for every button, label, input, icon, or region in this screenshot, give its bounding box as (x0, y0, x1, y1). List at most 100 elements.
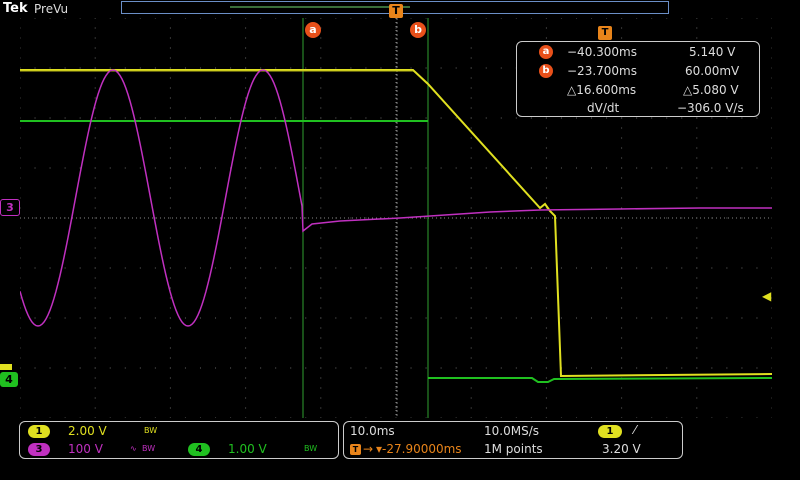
grid-dot (621, 267, 623, 269)
grid-dot (711, 317, 713, 319)
grid-dot (485, 417, 487, 418)
readout-a-value: 5.140 V (689, 45, 736, 59)
grid-dot (245, 167, 247, 169)
grid-dot (485, 317, 487, 319)
grid-dot (365, 217, 367, 219)
grid-dot (335, 117, 337, 119)
grid-dot (305, 367, 307, 369)
grid-dot (245, 37, 247, 39)
readout-delta-value: △5.080 V (683, 83, 739, 97)
grid-dot (545, 167, 547, 169)
grid-dot (545, 237, 547, 239)
ch3-ground-marker[interactable]: 3 (0, 199, 20, 216)
grid-dot (199, 117, 201, 119)
grid-dot (621, 417, 623, 418)
grid-dot (290, 167, 292, 169)
grid-dot (606, 167, 608, 169)
grid-dot (20, 337, 21, 339)
grid-dot (545, 127, 547, 129)
grid-dot (64, 67, 66, 69)
ch1-scale[interactable]: 2.00 V (68, 424, 107, 438)
grid-dot (169, 257, 171, 259)
grid-dot (64, 367, 66, 369)
grid-dot (741, 367, 743, 369)
grid-dot (169, 187, 171, 189)
grid-dot (34, 417, 36, 418)
grid-dot (395, 187, 397, 189)
grid-dot (34, 167, 36, 169)
grid-dot (726, 417, 728, 418)
ch3-invert-icon: ∿ (130, 444, 137, 453)
sample-rate: 10.0MS/s (484, 424, 539, 438)
grid-dot (741, 417, 743, 418)
grid-dot (621, 357, 623, 359)
cursor-a-marker[interactable]: a (305, 22, 321, 38)
grid-dot (215, 167, 217, 169)
grid-dot (621, 317, 623, 319)
trigger-source-button[interactable]: 1 (598, 425, 622, 438)
grid-dot (696, 327, 698, 329)
grid-dot (20, 157, 21, 159)
grid-dot (350, 67, 352, 69)
grid-dot (230, 267, 232, 269)
grid-dot (169, 387, 171, 389)
grid-dot (470, 337, 472, 339)
grid-dot (696, 147, 698, 149)
grid-dot (621, 337, 623, 339)
grid-dot (636, 267, 638, 269)
grid-dot (169, 57, 171, 59)
cursor-b-marker[interactable]: b (410, 22, 426, 38)
grid-dot (260, 167, 262, 169)
grid-dot (94, 237, 96, 239)
record-view-window[interactable] (230, 6, 410, 8)
grid-dot (290, 367, 292, 369)
grid-dot (470, 367, 472, 369)
grid-dot (94, 317, 96, 319)
record-length[interactable]: 1M points (484, 442, 543, 456)
ch3-button[interactable]: 3 (28, 443, 50, 456)
ch3-scale[interactable]: 100 V (68, 442, 103, 456)
grid-dot (320, 357, 322, 359)
grid-dot (20, 27, 21, 29)
ch1-ground-marker[interactable] (0, 364, 12, 370)
grid-dot (410, 117, 412, 119)
grid-dot (199, 417, 201, 418)
trigger-level[interactable]: 3.20 V (602, 442, 641, 456)
grid-dot (184, 67, 186, 69)
grid-dot (245, 267, 247, 269)
timebase-trigger-panel[interactable]: 10.0ms 10.0MS/s 1 ⁄ T → ▾-27.90000ms 1M … (343, 421, 683, 459)
grid-dot (771, 47, 772, 49)
grid-dot (365, 67, 367, 69)
grid-dot (215, 267, 217, 269)
grid-dot (275, 317, 277, 319)
grid-dot (320, 117, 322, 119)
grid-dot (470, 257, 472, 259)
grid-dot (64, 417, 66, 418)
grid-dot (575, 317, 577, 319)
trigger-position-marker[interactable]: T (389, 4, 403, 18)
trigger-delay[interactable]: ▾-27.90000ms (376, 442, 462, 456)
ch4-ground-marker[interactable]: 4 (0, 372, 18, 387)
grid-dot (681, 267, 683, 269)
ch1-button[interactable]: 1 (28, 425, 50, 438)
grid-dot (470, 147, 472, 149)
ch4-button[interactable]: 4 (188, 443, 210, 456)
grid-dot (771, 347, 772, 349)
grid-dot (20, 127, 21, 129)
grid-dot (666, 317, 668, 319)
time-per-division[interactable]: 10.0ms (350, 424, 395, 438)
ch4-scale[interactable]: 1.00 V (228, 442, 267, 456)
grid-dot (169, 197, 171, 199)
grid-dot (365, 18, 367, 19)
readout-a-time: −40.300ms (567, 45, 637, 59)
grid-dot (169, 407, 171, 409)
grid-dot (545, 277, 547, 279)
trigger-slope-icon[interactable]: ⁄ (634, 423, 636, 437)
channel-settings-panel[interactable]: 1 2.00 V BW 3 100 V ∿ BW 4 1.00 V BW (19, 421, 339, 459)
grid-dot (380, 67, 382, 69)
grid-dot (169, 287, 171, 289)
trigger-level-arrow-icon[interactable]: ◀ (762, 289, 771, 303)
grid-dot (726, 317, 728, 319)
grid-dot (245, 77, 247, 79)
cursor-readout-trigger-icon: T (598, 26, 612, 40)
